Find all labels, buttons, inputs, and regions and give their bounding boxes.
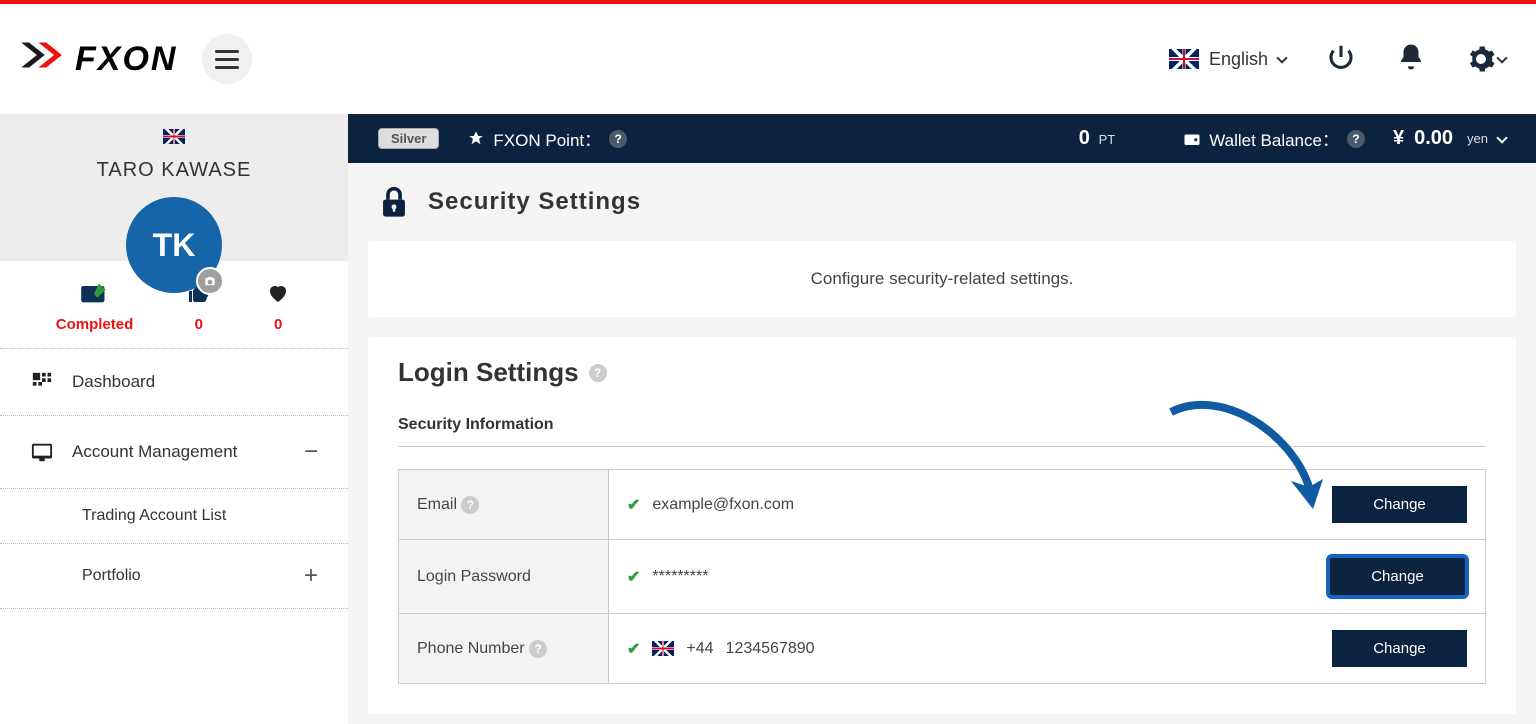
sidebar-item-dashboard[interactable]: Dashboard: [0, 349, 348, 416]
chevron-down-icon: [1496, 132, 1507, 143]
brand-text: FXON: [75, 40, 177, 79]
chevron-down-icon: [1276, 52, 1287, 63]
phone-label-cell: Phone Number ?: [399, 614, 609, 684]
stat-hearts[interactable]: 0: [264, 281, 292, 333]
help-icon[interactable]: ?: [1347, 130, 1365, 148]
expand-icon: +: [304, 562, 318, 590]
language-label: English: [1209, 49, 1268, 70]
tier-badge: Silver: [378, 128, 439, 149]
password-value: *********: [652, 568, 708, 586]
help-icon[interactable]: ?: [461, 496, 479, 514]
power-icon[interactable]: [1326, 42, 1356, 77]
stat-hearts-value: 0: [264, 316, 292, 333]
table-row: Email ? ✔ example@fxon.com Change: [399, 470, 1486, 540]
point-value: 0 PT: [1079, 127, 1115, 150]
email-label-cell: Email ?: [399, 470, 609, 540]
brand-logo[interactable]: FXON: [15, 30, 177, 89]
wallet-label: Wallet Balance： ?: [1183, 126, 1365, 151]
phone-number: 1234567890: [726, 640, 815, 658]
help-icon[interactable]: ?: [529, 640, 547, 658]
description-text: Configure security-related settings.: [811, 269, 1074, 288]
table-row: Phone Number ? ✔ +44 1234567890 Change: [399, 614, 1486, 684]
sidebar: TARO KAWASE TK Completed 0: [0, 114, 348, 724]
highlighted-action: Change: [1328, 556, 1467, 597]
header: FXON English: [0, 4, 1536, 114]
user-name: TARO KAWASE: [0, 159, 348, 182]
sidebar-item-label: Account Management: [72, 442, 237, 462]
logo-mark-icon: [15, 30, 65, 89]
bell-icon[interactable]: [1396, 42, 1426, 77]
sidebar-nav: Dashboard Account Management − Trading A…: [0, 348, 348, 609]
stat-completed-label: Completed: [56, 316, 134, 333]
security-info-table: Email ? ✔ example@fxon.com Change Login …: [398, 469, 1486, 684]
sidebar-item-account-management[interactable]: Account Management −: [0, 416, 348, 489]
check-icon: ✔: [627, 567, 640, 587]
password-label-cell: Login Password: [399, 540, 609, 614]
uk-flag-icon: [1169, 49, 1199, 69]
table-row: Login Password ✔ ********* Change: [399, 540, 1486, 614]
login-settings-card: Login Settings ? Security Information Em…: [368, 337, 1516, 714]
change-phone-button[interactable]: Change: [1332, 630, 1467, 667]
check-icon: ✔: [627, 639, 640, 659]
stat-likes-value: 0: [185, 316, 213, 333]
wallet-balance-selector[interactable]: ¥ 0.00 yen: [1393, 127, 1506, 150]
camera-icon[interactable]: [196, 267, 224, 295]
chevron-down-icon: [1496, 52, 1507, 63]
collapse-icon: −: [304, 438, 318, 466]
uk-flag-icon: [652, 641, 674, 656]
status-bar: Silver FXON Point： ? 0 PT Wallet Balance…: [348, 114, 1536, 163]
change-email-button[interactable]: Change: [1332, 486, 1467, 523]
sidebar-item-portfolio[interactable]: Portfolio +: [0, 544, 348, 609]
login-settings-heading: Login Settings ?: [398, 357, 1486, 388]
point-label: FXON Point： ?: [467, 126, 627, 151]
page-title: Security Settings: [428, 188, 641, 216]
sidebar-item-trading-account-list[interactable]: Trading Account List: [0, 489, 348, 544]
main-content: Silver FXON Point： ? 0 PT Wallet Balance…: [348, 114, 1536, 724]
page-title-row: Security Settings: [348, 163, 1536, 231]
help-icon[interactable]: ?: [589, 364, 607, 382]
menu-toggle-button[interactable]: [202, 34, 252, 84]
change-password-button[interactable]: Change: [1330, 558, 1465, 595]
help-icon[interactable]: ?: [609, 130, 627, 148]
security-info-heading: Security Information: [398, 416, 1486, 447]
uk-flag-icon: [163, 129, 185, 144]
sidebar-item-label: Portfolio: [82, 567, 141, 585]
lock-icon: [378, 185, 410, 219]
settings-icon[interactable]: [1466, 44, 1506, 74]
description-card: Configure security-related settings.: [368, 241, 1516, 317]
check-icon: ✔: [627, 495, 640, 515]
phone-cc: +44: [686, 640, 713, 658]
language-selector[interactable]: English: [1169, 49, 1286, 70]
sidebar-item-label: Dashboard: [72, 372, 155, 392]
sidebar-item-label: Trading Account List: [82, 507, 226, 525]
stat-completed[interactable]: Completed: [56, 281, 134, 333]
email-value: example@fxon.com: [652, 496, 794, 514]
